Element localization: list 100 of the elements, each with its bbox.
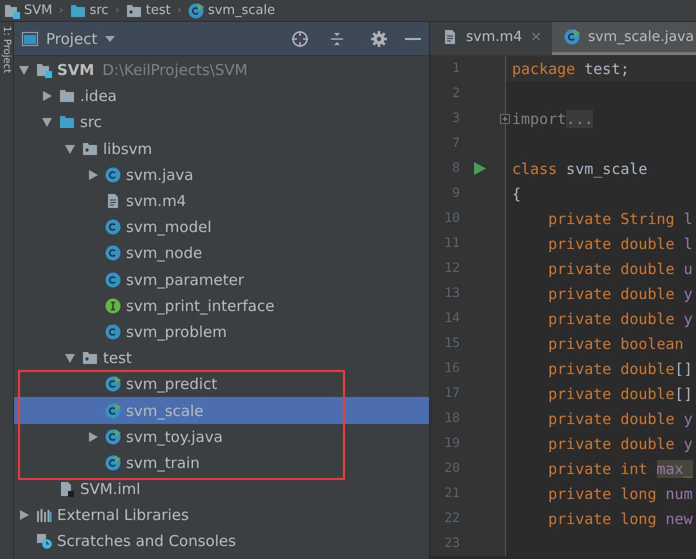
tree-item-label: .idea	[80, 87, 117, 106]
tree-item[interactable]: svm_train	[14, 450, 429, 476]
code-line: private double y	[547, 308, 693, 330]
code-line: package test;	[512, 58, 630, 80]
package-icon	[82, 350, 98, 366]
module-icon	[4, 2, 20, 18]
expand-arrow-icon[interactable]	[18, 509, 30, 522]
collapse-arrow-icon[interactable]	[64, 352, 76, 364]
class-icon	[105, 272, 121, 288]
class-icon	[105, 219, 121, 236]
breadcrumb-item[interactable]: test	[126, 2, 171, 18]
tree-item[interactable]: svm_model	[14, 214, 429, 240]
code-line: private long num	[547, 484, 693, 504]
collapse-all-icon[interactable]	[329, 30, 345, 46]
tree-item-label: src	[80, 113, 102, 132]
tree-item[interactable]: svm_predict	[14, 371, 429, 398]
tree-item-label: SVM	[57, 61, 94, 80]
tree-item-label: svm_predict	[126, 375, 218, 394]
tree-item-label: SVM.iml	[80, 480, 140, 498]
code-line: private double y	[547, 408, 693, 430]
folder-icon	[59, 114, 75, 130]
settings-icon[interactable]	[371, 30, 387, 46]
runnable-class-icon	[564, 29, 580, 45]
tree-item[interactable]: SVM.iml	[14, 476, 429, 502]
file-icon	[105, 193, 121, 210]
tree-item-label: svm_scale	[126, 402, 204, 420]
tree-item-label: svm_print_interface	[126, 296, 274, 315]
tool-window-tab[interactable]: 1: Project	[1, 26, 12, 74]
module-file-icon	[59, 481, 75, 498]
breadcrumb-item[interactable]: SVM	[4, 2, 52, 18]
code-line: private double u	[547, 258, 693, 280]
code-line: import...	[512, 108, 594, 130]
tree-item[interactable]: test	[14, 345, 429, 372]
tree-item[interactable]: .idea	[14, 83, 429, 110]
expand-arrow-icon[interactable]	[41, 90, 53, 102]
class-icon	[105, 324, 121, 340]
tree-item-label: External Libraries	[57, 506, 189, 524]
tree-item[interactable]: svm.java	[14, 162, 429, 188]
tree-item[interactable]: Scratches and Consoles	[14, 528, 429, 555]
runnable-class-icon	[105, 402, 121, 419]
code-line: private double[]	[547, 384, 693, 404]
runnable-class-icon	[105, 454, 121, 471]
tree-item-label: svm_toy.java	[126, 428, 223, 446]
minimize-icon[interactable]	[405, 36, 421, 40]
breadcrumb-item[interactable]: svm_scale	[188, 2, 276, 18]
scratches-icon	[36, 533, 52, 550]
class-icon	[105, 166, 121, 183]
runnable-class-icon	[105, 428, 121, 445]
window-icon	[22, 30, 38, 46]
code-line: class svm_scale	[512, 158, 648, 180]
tree-item[interactable]: SVM D:\KeilProjects\SVM	[14, 57, 429, 84]
tree-item-label: svm.m4	[126, 192, 186, 210]
tree-item[interactable]: svm_toy.java	[14, 424, 429, 450]
tree-item-label: svm.java	[126, 166, 194, 184]
tree-item-label: test	[103, 349, 132, 368]
tree-item-label: svm_train	[126, 454, 200, 472]
runnable-class-icon	[105, 376, 121, 392]
libraries-icon	[36, 507, 52, 524]
tree-item-label: Scratches and Consoles	[57, 532, 236, 550]
code-line: private int max_	[547, 458, 693, 480]
collapse-arrow-icon[interactable]	[41, 116, 53, 128]
code-line: private String l	[547, 208, 693, 230]
editor-tab[interactable]: svm_scale.java	[552, 22, 696, 55]
code-line: private double l	[547, 234, 693, 254]
locate-icon[interactable]	[291, 30, 309, 48]
runnable-class-icon	[188, 2, 204, 18]
package-icon	[126, 2, 142, 18]
code-line: private double[]	[547, 358, 693, 380]
code-line: {	[512, 184, 522, 204]
collapse-arrow-icon[interactable]	[64, 142, 76, 155]
expand-arrow-icon[interactable]	[87, 168, 99, 181]
tree-item[interactable]: svm_parameter	[14, 266, 429, 293]
code-line: private double y	[547, 284, 693, 304]
tree-item[interactable]: svm_print_interface	[14, 292, 429, 319]
tree-item[interactable]: src	[14, 109, 429, 136]
tree-item[interactable]: libsvm	[14, 136, 429, 162]
tree-item[interactable]: svm_problem	[14, 318, 429, 346]
collapse-arrow-icon[interactable]	[18, 64, 30, 76]
tree-item-label: svm_parameter	[126, 270, 244, 289]
folder-icon	[59, 88, 75, 104]
view-selector[interactable]: Project	[22, 30, 116, 48]
code-line: private long new	[547, 508, 693, 530]
expand-fold-icon[interactable]	[500, 114, 510, 124]
breadcrumb-item[interactable]: src	[70, 2, 109, 18]
package-icon	[82, 140, 98, 157]
tree-item-label: svm_node	[126, 244, 202, 262]
expand-arrow-icon[interactable]	[87, 430, 99, 443]
breadcrumb-separator: ›	[176, 3, 182, 18]
interface-icon	[105, 298, 121, 314]
tree-item[interactable]: External Libraries	[14, 502, 429, 528]
tree-item[interactable]: svm.m4	[14, 188, 429, 214]
folder-icon	[70, 2, 86, 18]
tree-item-label: libsvm	[103, 140, 152, 158]
editor-tab[interactable]: svm.m4 ×	[430, 22, 552, 55]
path-hint: D:\KeilProjects\SVM	[102, 61, 248, 80]
run-icon[interactable]	[474, 162, 486, 175]
dropdown-caret-icon	[105, 36, 116, 42]
tree-item[interactable]: svm_node	[14, 240, 429, 266]
breadcrumb-separator: ›	[58, 3, 64, 18]
code-line: private boolean	[547, 334, 684, 354]
